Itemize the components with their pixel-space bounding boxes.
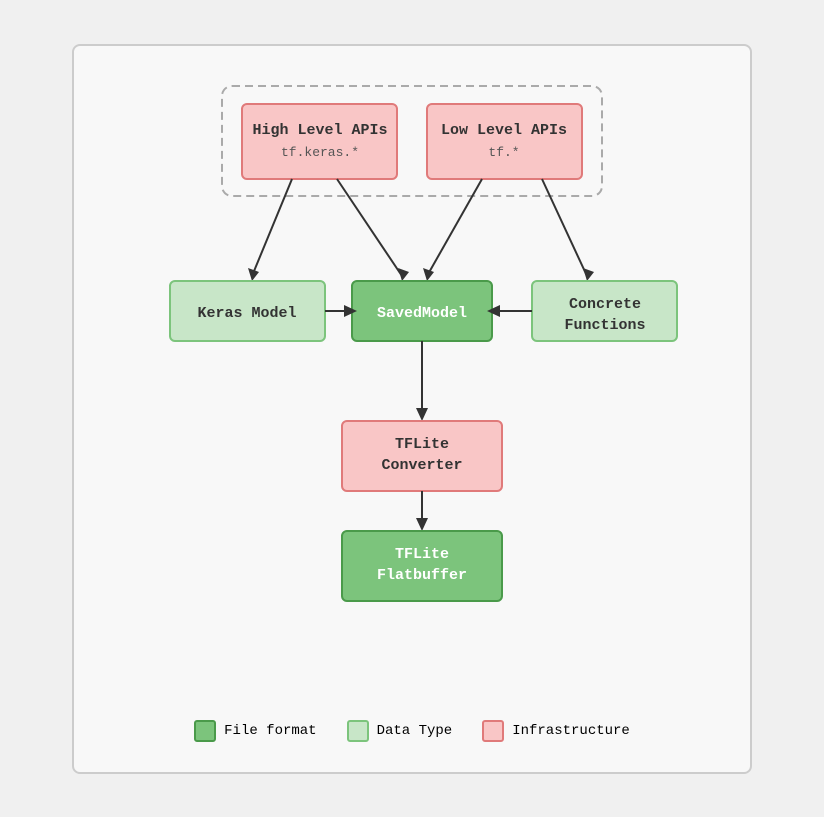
low-level-api-sublabel: tf.*: [488, 145, 519, 160]
legend-label-data-type: Data Type: [377, 723, 453, 739]
legend-label-file-format: File format: [224, 723, 316, 739]
tflite-flatbuffer-label: TFLite: [395, 546, 449, 563]
legend-label-infrastructure: Infrastructure: [512, 723, 630, 739]
low-level-api-label: Low Level APIs: [441, 122, 567, 139]
legend-infrastructure: Infrastructure: [482, 720, 630, 742]
high-level-api-sublabel: tf.keras.*: [281, 145, 359, 160]
legend: File format Data Type Infrastructure: [174, 710, 650, 752]
tflite-flatbuffer-label2: Flatbuffer: [377, 567, 467, 584]
concrete-functions-label: Concrete: [569, 296, 641, 313]
tflite-converter-label: TFLite: [395, 436, 449, 453]
main-container: High Level APIs tf.keras.* Low Level API…: [72, 44, 752, 774]
diagram-svg: High Level APIs tf.keras.* Low Level API…: [122, 76, 702, 646]
high-level-api-label: High Level APIs: [252, 122, 387, 139]
legend-box-data-type: [347, 720, 369, 742]
saved-model-label: SavedModel: [377, 305, 467, 322]
concrete-functions-label2: Functions: [564, 317, 645, 334]
legend-file-format: File format: [194, 720, 316, 742]
legend-box-file-format: [194, 720, 216, 742]
diagram-area: High Level APIs tf.keras.* Low Level API…: [94, 76, 730, 694]
tflite-converter-label2: Converter: [381, 457, 462, 474]
keras-model-label: Keras Model: [197, 305, 296, 322]
legend-box-infrastructure: [482, 720, 504, 742]
legend-data-type: Data Type: [347, 720, 453, 742]
